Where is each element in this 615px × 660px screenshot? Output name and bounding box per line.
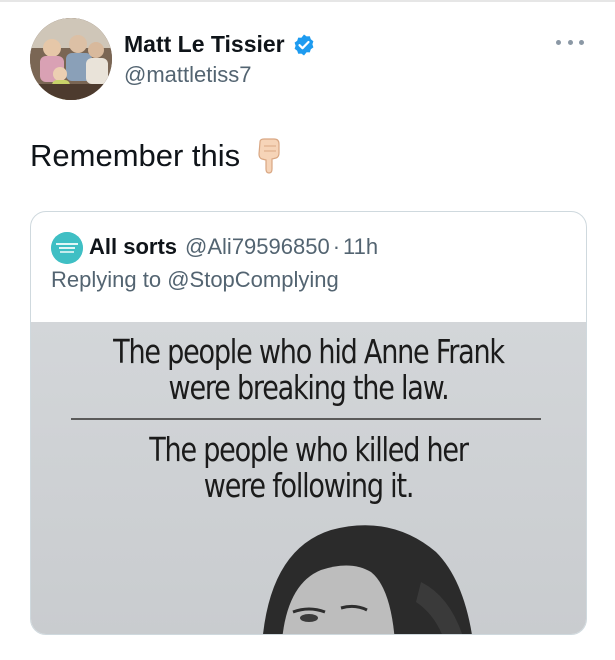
replying-to-line: Replying to @StopComplying [51, 267, 339, 293]
pointing-down-emoji-icon [258, 138, 280, 174]
quoted-author-name[interactable]: All sorts [89, 234, 177, 260]
author-handle[interactable]: @mattletiss7 [124, 62, 251, 88]
replying-to-label: Replying to [51, 267, 162, 292]
author-name[interactable]: Matt Le Tissier [124, 31, 285, 58]
more-options-icon[interactable] [556, 34, 584, 50]
tweet-text-content: Remember this [30, 138, 241, 173]
more-dot [556, 39, 561, 45]
meme-line-1: The people who hid Anne Frank [113, 332, 505, 371]
quoted-image[interactable]: The people who hid Anne Frank were break… [31, 322, 586, 634]
portrait-photo-icon [263, 525, 472, 634]
verified-badge-icon [294, 34, 314, 56]
replying-to-handle[interactable]: @StopComplying [167, 267, 339, 292]
tweet-text: Remember this [30, 138, 284, 174]
quoted-header: All sorts @Ali79596850 · 11h [89, 234, 378, 260]
meme-divider [71, 418, 541, 420]
quoted-tweet-card[interactable]: All sorts @Ali79596850 · 11h Replying to… [30, 211, 587, 635]
separator-dot: · [332, 234, 341, 259]
quoted-avatar-icon [51, 232, 83, 264]
meme-line-3: The people who killed her [149, 430, 469, 469]
meme-line-4: were following it. [203, 466, 415, 505]
top-divider [0, 0, 615, 2]
author-avatar[interactable] [30, 18, 112, 100]
more-dot [567, 39, 573, 45]
avatar-photo-icon [30, 18, 112, 100]
more-dot [579, 39, 584, 45]
quoted-author-handle[interactable]: @Ali79596850 [185, 234, 330, 260]
meme-line-2: were breaking the law. [168, 368, 450, 407]
quoted-author-avatar[interactable] [51, 232, 83, 264]
quoted-timestamp[interactable]: 11h [343, 234, 378, 260]
